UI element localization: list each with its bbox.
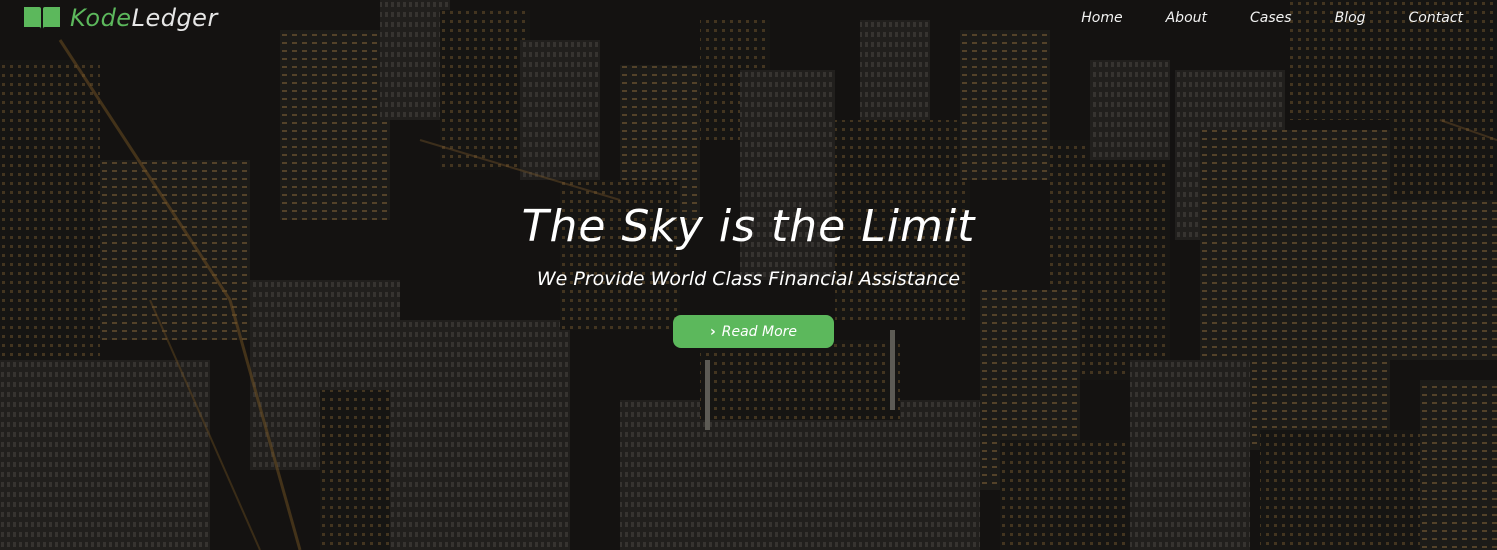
brand-logo[interactable]: KodeLedger — [22, 3, 218, 33]
nav-link-cases[interactable]: Cases — [1250, 9, 1292, 27]
top-navbar: KodeLedger Home About Cases Blog Contact — [0, 0, 1497, 36]
brand-name-part1: Kode — [70, 4, 132, 32]
nav-link-about[interactable]: About — [1166, 9, 1207, 27]
brand-name-part2: Ledger — [131, 4, 218, 32]
nav-link-contact[interactable]: Contact — [1409, 9, 1463, 27]
read-more-button[interactable]: › Read More — [673, 315, 834, 348]
hero-section: KodeLedger Home About Cases Blog Contact… — [0, 0, 1497, 550]
chevron-right-icon: › — [709, 323, 716, 340]
hero-subtitle: We Provide World Class Financial Assista… — [536, 268, 961, 290]
read-more-label: Read More — [721, 323, 798, 340]
nav-link-home[interactable]: Home — [1081, 9, 1122, 27]
book-icon — [24, 7, 60, 29]
hero-title: The Sky is the Limit — [521, 201, 976, 252]
nav-link-blog[interactable]: Blog — [1335, 9, 1366, 27]
nav-menu: Home About Cases Blog Contact — [1038, 9, 1463, 27]
